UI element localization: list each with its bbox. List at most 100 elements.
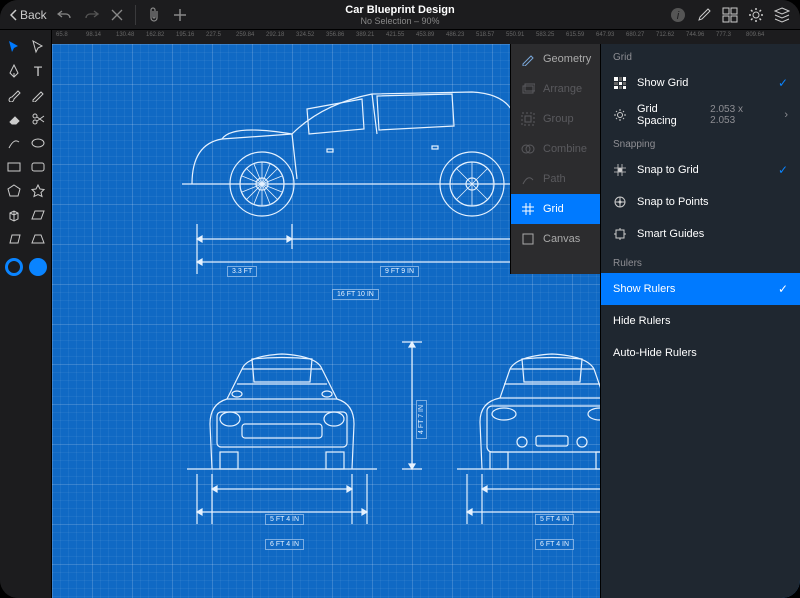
layers-icon: [774, 7, 790, 23]
menu-path[interactable]: Path: [511, 164, 600, 194]
menu-group[interactable]: Group: [511, 104, 600, 134]
redo-button[interactable]: [79, 3, 103, 27]
plus-icon: [173, 8, 187, 22]
menu-arrange[interactable]: Arrange: [511, 74, 600, 104]
pen-tool[interactable]: [3, 60, 25, 82]
chevron-right-icon: ›: [784, 109, 788, 121]
parallelogram-icon: [7, 232, 21, 246]
gear-icon: [613, 108, 627, 122]
grid-spacing-value: 2.053 x 2.053: [710, 104, 770, 126]
text-tool[interactable]: T: [27, 60, 49, 82]
line-icon: [7, 136, 21, 150]
arrow-cursor-icon: [7, 40, 21, 54]
scissors-tool[interactable]: [27, 108, 49, 130]
ellipse-tool[interactable]: [27, 132, 49, 154]
star-tool[interactable]: [27, 180, 49, 202]
pen-icon: [7, 64, 21, 78]
skew-tool[interactable]: [27, 204, 49, 226]
arrow-outline-icon: [31, 40, 45, 54]
dim-front-top: 5 FT 4 IN: [265, 514, 304, 525]
line-tool[interactable]: [3, 132, 25, 154]
roundrect-icon: [31, 160, 45, 174]
smart-guides-icon: [613, 227, 627, 241]
show-grid-row[interactable]: Show Grid ✓: [601, 67, 800, 99]
polygon-icon: [7, 184, 21, 198]
brush-tool[interactable]: [3, 84, 25, 106]
topbar: Back Car Blueprint Design No Selection –…: [0, 0, 800, 30]
fill-color[interactable]: [29, 258, 47, 276]
menu-canvas[interactable]: Canvas: [511, 224, 600, 254]
3d-tool[interactable]: [3, 204, 25, 226]
cube-icon: [7, 208, 21, 222]
smart-guides-row[interactable]: Smart Guides: [601, 218, 800, 250]
rect-icon: [7, 160, 21, 174]
car-side-view: [172, 64, 532, 224]
path-icon: [521, 172, 535, 186]
left-toolbar: T: [0, 30, 52, 598]
pencil-draw-icon: [31, 88, 45, 102]
grid-icon: [521, 202, 535, 216]
menu-grid[interactable]: Grid: [511, 194, 600, 224]
horizontal-ruler: 65.898.14130.48162.82195.16227.5259.8429…: [52, 30, 800, 44]
roundrect-tool[interactable]: [27, 156, 49, 178]
canvas[interactable]: 3.3 FT 9 FT 9 IN 16 FT 10 IN: [52, 44, 800, 598]
divider: [135, 5, 136, 25]
edit-button[interactable]: [692, 3, 716, 27]
layers-button[interactable]: [770, 3, 794, 27]
polygon-tool[interactable]: [3, 180, 25, 202]
skew-icon: [31, 208, 45, 222]
pencil-tool[interactable]: [27, 84, 49, 106]
menu-geometry[interactable]: Geometry: [511, 44, 600, 74]
attach-button[interactable]: [142, 3, 166, 27]
rulers-header: Rulers: [601, 250, 800, 273]
snap-points-icon: [613, 195, 627, 209]
combine-icon: [521, 142, 535, 156]
rect-tool[interactable]: [3, 156, 25, 178]
close-button[interactable]: [105, 3, 129, 27]
hide-rulers-row[interactable]: Hide Rulers: [601, 305, 800, 337]
scissors-icon: [31, 112, 45, 126]
parallelogram-tool[interactable]: [3, 228, 25, 250]
grid-icon: [613, 76, 627, 90]
dim-front-bottom: 6 FT 4 IN: [265, 539, 304, 550]
undo-icon: [57, 8, 73, 22]
snap-to-grid-row[interactable]: Snap to Grid ✓: [601, 154, 800, 186]
auto-hide-rulers-row[interactable]: Auto-Hide Rulers: [601, 337, 800, 369]
grid-submenu: Grid Show Grid ✓ Grid Spacing 2.053 x 2.…: [600, 44, 800, 598]
document-title: Car Blueprint Design: [345, 4, 454, 16]
eraser-icon: [7, 112, 21, 126]
menu-combine[interactable]: Combine: [511, 134, 600, 164]
text-icon: T: [31, 64, 45, 78]
view-button[interactable]: [718, 3, 742, 27]
ellipse-icon: [31, 136, 45, 150]
snap-grid-icon: [613, 163, 627, 177]
brush-icon: [7, 88, 21, 102]
inspector-menu: Geometry Arrange Group Combine Path Grid…: [510, 44, 600, 274]
side-dimensions: [172, 224, 532, 284]
back-button[interactable]: Back: [6, 8, 51, 22]
check-icon: ✓: [778, 76, 788, 90]
grid-spacing-row[interactable]: Grid Spacing 2.053 x 2.053 ›: [601, 99, 800, 131]
pencil-icon: [697, 8, 711, 22]
eraser-tool[interactable]: [3, 108, 25, 130]
document-subtitle: No Selection – 90%: [345, 16, 454, 26]
dim-side-wheelbase: 3.3 FT: [227, 266, 257, 277]
chevron-left-icon: [10, 9, 18, 21]
group-icon: [521, 112, 535, 126]
settings-button[interactable]: [744, 3, 768, 27]
info-button[interactable]: i: [666, 3, 690, 27]
trapezoid-tool[interactable]: [27, 228, 49, 250]
gear-icon: [748, 7, 764, 23]
dim-side-top: 9 FT 9 IN: [380, 266, 419, 277]
snap-to-points-row[interactable]: Snap to Points: [601, 186, 800, 218]
dim-height: 4 FT 7 IN: [416, 400, 427, 439]
undo-button[interactable]: [53, 3, 77, 27]
show-rulers-row[interactable]: Show Rulers ✓: [601, 273, 800, 305]
add-button[interactable]: [168, 3, 192, 27]
pencil-icon: [521, 52, 535, 66]
canvas-icon: [521, 232, 535, 246]
select-tool[interactable]: [3, 36, 25, 58]
front-dimensions: [182, 474, 382, 534]
direct-select-tool[interactable]: [27, 36, 49, 58]
stroke-color[interactable]: [5, 258, 23, 276]
